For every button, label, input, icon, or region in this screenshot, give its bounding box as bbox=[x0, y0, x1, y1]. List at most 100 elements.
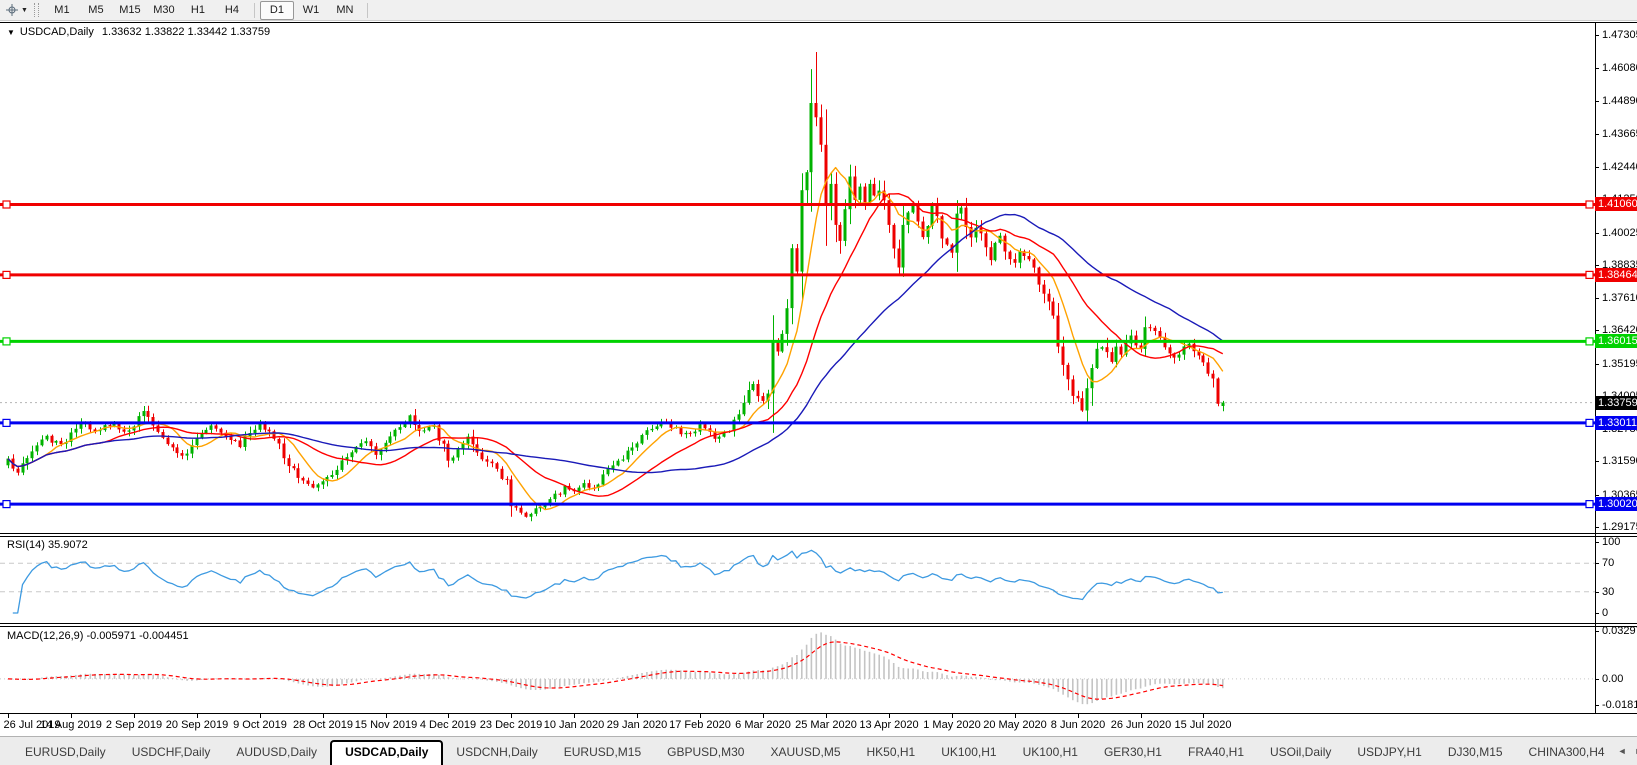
rsi-axis-tick bbox=[1595, 613, 1599, 614]
tab-dj30-m15[interactable]: DJ30,M15 bbox=[1435, 742, 1516, 763]
tab-scroll-left-icon[interactable]: ◄ bbox=[1618, 746, 1627, 756]
date-axis-label: 9 Oct 2019 bbox=[233, 719, 287, 731]
macd-pane-header: MACD(12,26,9) -0.005971 -0.004451 bbox=[7, 630, 189, 642]
macd-axis-tick bbox=[1595, 679, 1599, 680]
price-axis-tick bbox=[1595, 233, 1599, 234]
macd-axis-label: -0.018154 bbox=[1602, 699, 1637, 711]
line-drag-handle[interactable] bbox=[1585, 418, 1594, 427]
tab-uk100-h1[interactable]: UK100,H1 bbox=[1010, 742, 1091, 763]
price-axis-tick bbox=[1595, 364, 1599, 365]
price-axis-tick bbox=[1595, 35, 1599, 36]
date-axis[interactable]: 26 Jul 2019 14 Aug 2019 2 Sep 2019 20 Sep 2… bbox=[0, 714, 1595, 736]
date-axis-tick bbox=[1203, 714, 1204, 718]
pane-splitter[interactable] bbox=[0, 533, 1637, 534]
tab-usdchf-daily[interactable]: USDCHF,Daily bbox=[119, 742, 224, 763]
line-drag-handle[interactable] bbox=[2, 337, 11, 346]
date-axis-tick bbox=[511, 714, 512, 718]
tab-usdcnh-daily[interactable]: USDCNH,Daily bbox=[443, 742, 550, 763]
price-axis-label: 1.47305 bbox=[1602, 29, 1637, 41]
date-axis-tick bbox=[952, 714, 953, 718]
tab-eurusd-m15[interactable]: EURUSD,M15 bbox=[551, 742, 654, 763]
date-axis-label: 26 Jun 2020 bbox=[1110, 719, 1172, 731]
rsi-axis-label: 100 bbox=[1602, 536, 1621, 548]
candlestick-series bbox=[6, 52, 1225, 522]
tab-china300-h4[interactable]: CHINA300,H4 bbox=[1516, 742, 1618, 763]
level-price-tag: 1.33011 bbox=[1595, 416, 1637, 430]
level-price-tag: 1.41060 bbox=[1595, 197, 1637, 211]
date-axis-label: 17 Feb 2020 bbox=[669, 719, 731, 731]
rsi-pane-header: RSI(14) 35.9072 bbox=[7, 539, 88, 551]
macd-indicator-pane[interactable] bbox=[0, 627, 1595, 713]
date-axis-label: 14 Aug 2019 bbox=[40, 719, 102, 731]
tab-ger30-h1[interactable]: GER30,H1 bbox=[1091, 742, 1175, 763]
price-axis-label: 1.46080 bbox=[1602, 62, 1637, 74]
ma-line-mid bbox=[7, 192, 1224, 497]
tab-eurusd-daily[interactable]: EURUSD,Daily bbox=[12, 742, 119, 763]
price-axis-tick bbox=[1595, 68, 1599, 69]
current-price-tag: 1.33759 bbox=[1595, 396, 1637, 410]
tab-usdjpy-h1[interactable]: USDJPY,H1 bbox=[1344, 742, 1434, 763]
toolbar-grip[interactable] bbox=[33, 3, 39, 17]
tab-uk100-h1[interactable]: UK100,H1 bbox=[928, 742, 1009, 763]
tf-button-m15[interactable]: M15 bbox=[113, 1, 147, 20]
date-axis-label: 20 May 2020 bbox=[983, 719, 1047, 731]
tab-hk50-h1[interactable]: HK50,H1 bbox=[854, 742, 929, 763]
tab-xauusd-m5[interactable]: XAUUSD,M5 bbox=[757, 742, 853, 763]
tf-button-d1[interactable]: D1 bbox=[259, 0, 294, 20]
price-axis-tick bbox=[1595, 101, 1599, 102]
tab-usoil-daily[interactable]: USOil,Daily bbox=[1257, 742, 1344, 763]
tf-button-m5[interactable]: M5 bbox=[79, 1, 113, 20]
tf-button-h1[interactable]: H1 bbox=[181, 1, 215, 20]
line-drag-handle[interactable] bbox=[1585, 337, 1594, 346]
rsi-axis-label: 30 bbox=[1602, 586, 1615, 598]
price-axis-label: 1.40025 bbox=[1602, 227, 1637, 239]
macd-signal-line bbox=[7, 641, 1223, 700]
date-axis-tick bbox=[71, 714, 72, 718]
date-axis-label: 20 Sep 2019 bbox=[165, 719, 229, 731]
symbol-dropdown-icon[interactable]: ▼ bbox=[7, 28, 15, 37]
price-axis-label: 1.31590 bbox=[1602, 455, 1637, 467]
line-drag-handle[interactable] bbox=[2, 418, 11, 427]
tab-fra40-h1[interactable]: FRA40,H1 bbox=[1175, 742, 1257, 763]
date-axis-tick bbox=[763, 714, 764, 718]
tab-usdcad-daily[interactable]: USDCAD,Daily bbox=[330, 740, 444, 765]
tab-audusd-daily[interactable]: AUDUSD,Daily bbox=[223, 742, 330, 763]
tf-button-h4[interactable]: H4 bbox=[215, 1, 249, 20]
price-axis-tick bbox=[1595, 330, 1599, 331]
toolbar-separator bbox=[366, 2, 368, 18]
price-axis[interactable]: 1.473051.460801.448901.436651.424401.412… bbox=[1595, 22, 1637, 713]
date-axis-tick bbox=[448, 714, 449, 718]
date-axis-tick bbox=[1141, 714, 1142, 718]
line-drag-handle[interactable] bbox=[2, 200, 11, 209]
date-axis-tick bbox=[889, 714, 890, 718]
line-drag-handle[interactable] bbox=[1585, 200, 1594, 209]
tf-button-w1[interactable]: W1 bbox=[294, 1, 328, 20]
toolbar-separator bbox=[253, 2, 255, 18]
tf-button-mn[interactable]: MN bbox=[328, 1, 362, 20]
crosshair-icon[interactable] bbox=[3, 2, 21, 18]
date-axis-label: 6 Mar 2020 bbox=[735, 719, 791, 731]
price-chart-pane[interactable] bbox=[0, 23, 1595, 533]
macd-axis-tick bbox=[1595, 705, 1599, 706]
price-axis-label: 1.35195 bbox=[1602, 358, 1637, 370]
line-drag-handle[interactable] bbox=[2, 500, 11, 509]
line-drag-handle[interactable] bbox=[2, 270, 11, 279]
level-price-tag: 1.38464 bbox=[1595, 268, 1637, 282]
line-drag-handle[interactable] bbox=[1585, 270, 1594, 279]
pane-splitter[interactable] bbox=[0, 623, 1637, 624]
date-axis-label: 2 Sep 2019 bbox=[105, 719, 163, 731]
tf-button-m1[interactable]: M1 bbox=[45, 1, 79, 20]
tab-gbpusd-m30[interactable]: GBPUSD,M30 bbox=[654, 742, 757, 763]
rsi-indicator-pane[interactable] bbox=[0, 537, 1595, 623]
line-drag-handle[interactable] bbox=[1585, 500, 1594, 509]
level-price-tag: 1.36015 bbox=[1595, 334, 1637, 348]
date-axis-label: 29 Jan 2020 bbox=[606, 719, 668, 731]
tf-button-m30[interactable]: M30 bbox=[147, 1, 181, 20]
macd-axis-tick bbox=[1595, 631, 1599, 632]
tab-scroll-controls: ◄► bbox=[1618, 746, 1637, 756]
date-axis-tick bbox=[574, 714, 575, 718]
date-axis-label: 4 Dec 2019 bbox=[419, 719, 477, 731]
chart-ohlc-values: 1.33632 1.33822 1.33442 1.33759 bbox=[101, 26, 271, 38]
rsi-axis-tick bbox=[1595, 563, 1599, 564]
dropdown-caret-icon[interactable]: ▼ bbox=[21, 7, 28, 14]
